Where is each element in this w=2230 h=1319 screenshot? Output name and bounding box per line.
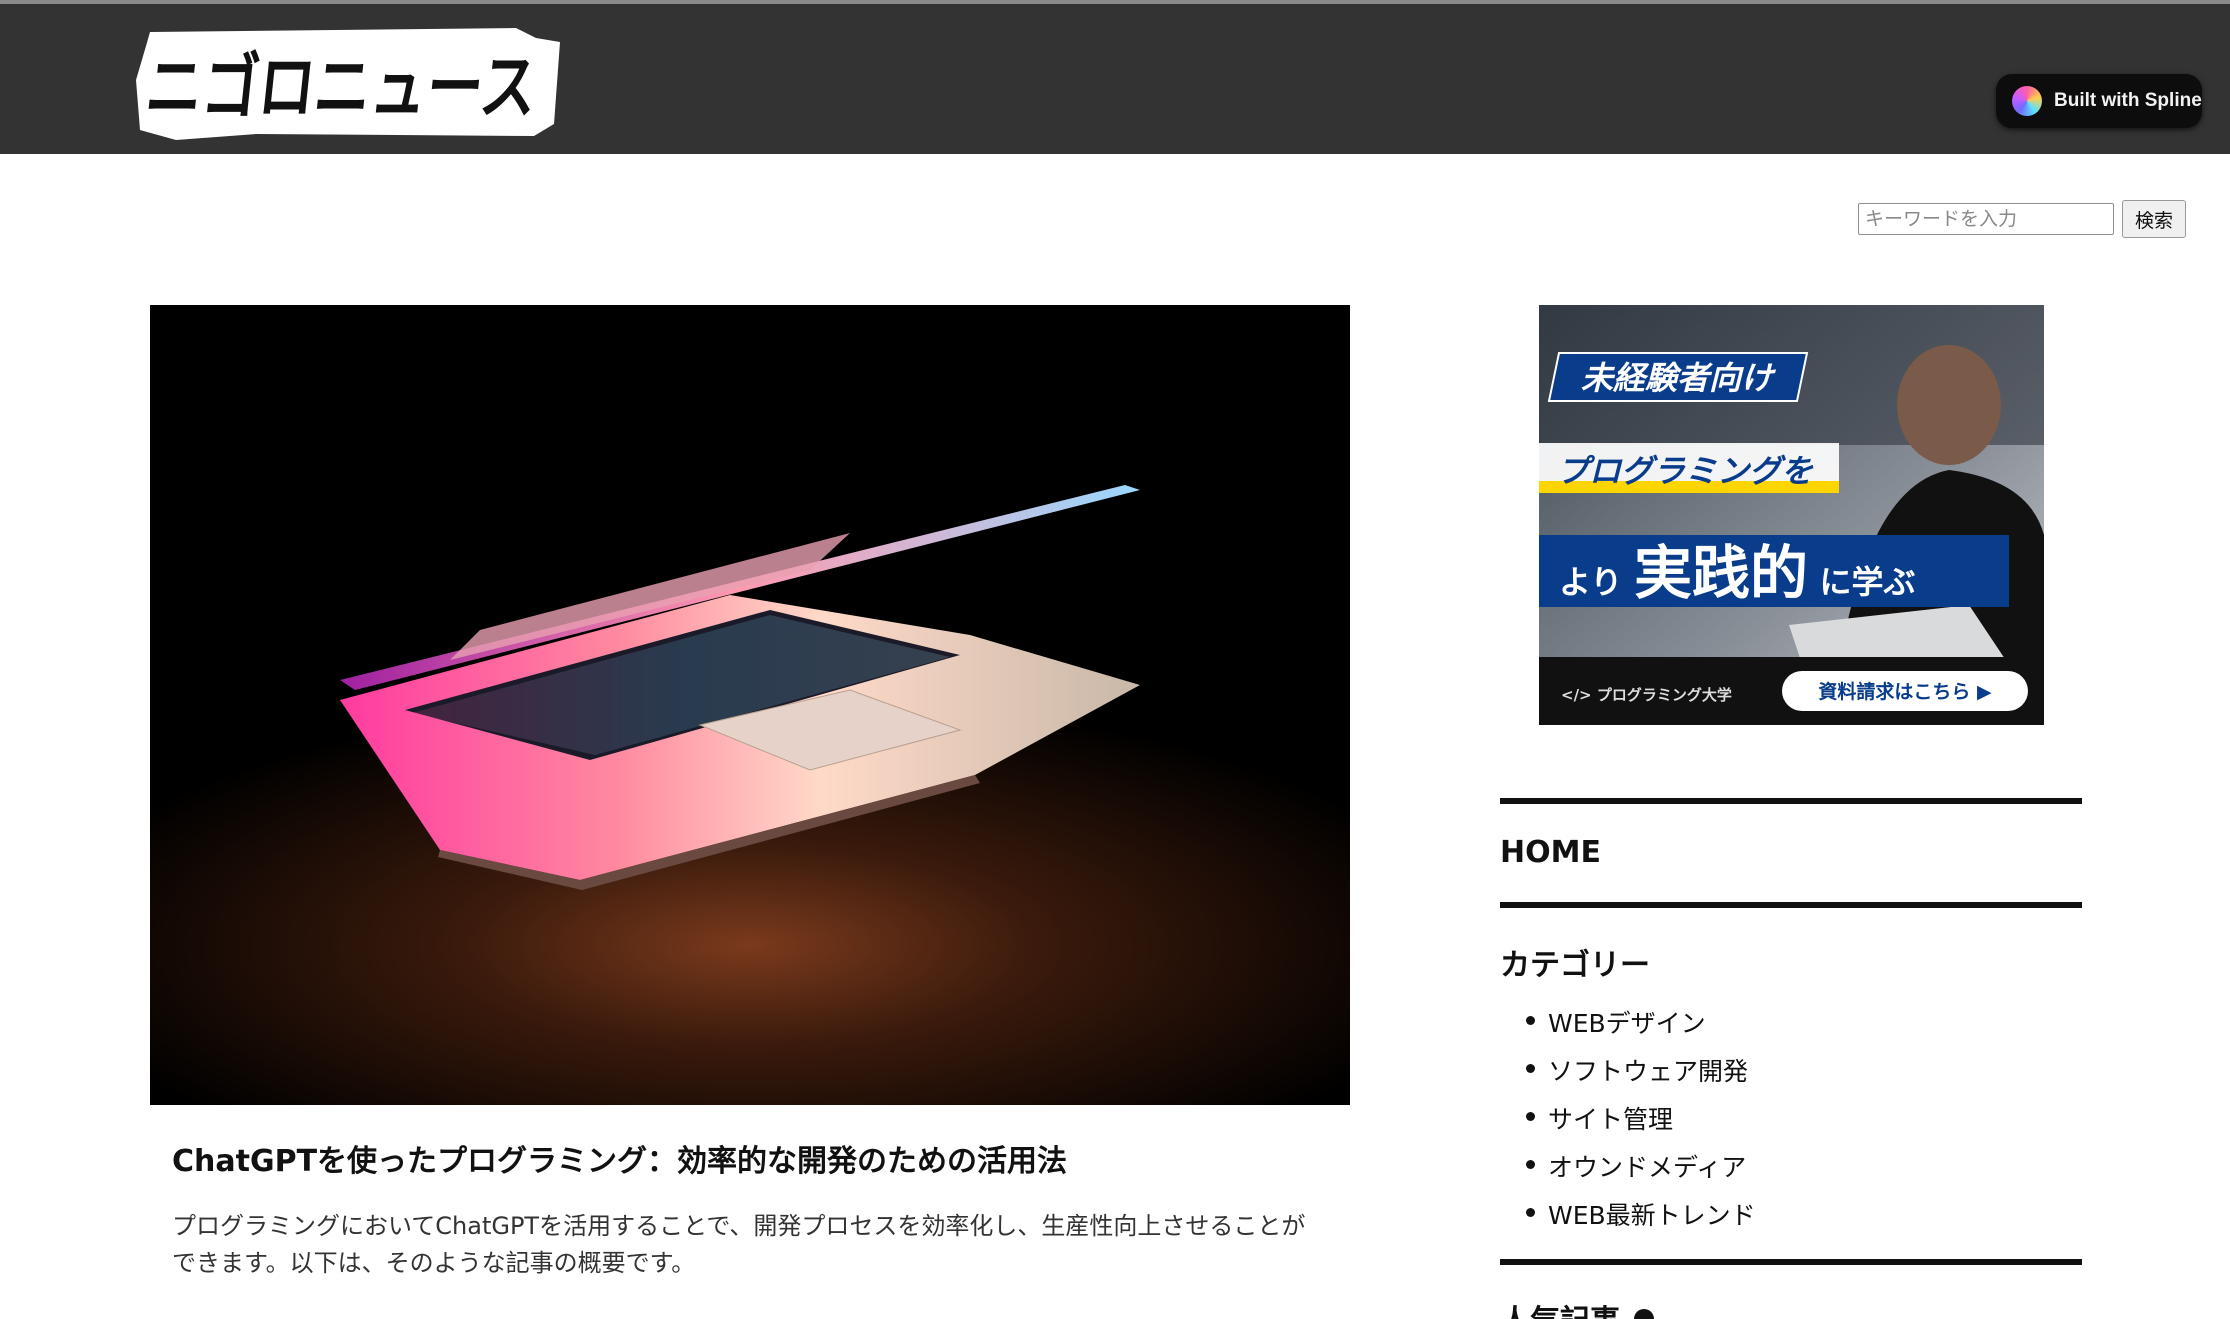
search-button[interactable]: 検索 [2122, 200, 2186, 238]
sidebar-divider [1500, 902, 2082, 908]
ad-brand-text: </> プログラミング大学 [1561, 686, 1732, 704]
ad-tag-text: 未経験者向け [1581, 359, 1776, 397]
ad-cta-text: 資料請求はこちら ▶ [1818, 680, 1992, 703]
logo-text: ニゴロニュース [142, 46, 541, 130]
sidebar-divider [1500, 1259, 2082, 1265]
spline-badge-label: Built with Spline [2054, 90, 2202, 111]
sidebar-divider [1500, 798, 2082, 804]
ad-line2-big: 実践的 [1634, 539, 1808, 607]
article-excerpt: プログラミングにおいてChatGPTを活用することで、開発プロセスを効率化し、生… [172, 1212, 1306, 1277]
ad-banner[interactable]: 未経験者向け プログラミングを より 実践的 に学ぶ </> プログラミング大学… [1539, 305, 2044, 725]
ad-line1-text: プログラミングを [1557, 452, 1814, 490]
search-input[interactable] [1858, 203, 2114, 235]
site-logo[interactable]: ニゴロニュース [136, 26, 560, 140]
category-item-web-trends[interactable]: WEB最新トレンド [1526, 1196, 1756, 1244]
spline-logo-icon [2012, 86, 2042, 116]
sidebar-home-link[interactable]: HOME [1500, 835, 1601, 870]
category-item-software-dev[interactable]: ソフトウェア開発 [1526, 1052, 1756, 1100]
category-item-site-management[interactable]: サイト管理 [1526, 1100, 1756, 1148]
categories-heading: カテゴリー [1500, 948, 1650, 983]
category-list: WEBデザイン ソフトウェア開発 サイト管理 オウンドメディア WEB最新トレン… [1526, 1004, 1756, 1244]
article-hero-image[interactable] [150, 305, 1350, 1105]
popular-heading-text: 人気記事 [1500, 1304, 1620, 1319]
ad-line2-small: より [1559, 563, 1622, 601]
popular-articles-heading: 人気記事 [1500, 1296, 1654, 1319]
article-title[interactable]: ChatGPTを使ったプログラミング：効率的な開発のための活用法 [172, 1136, 1352, 1180]
site-header: ニゴロニュース Built with Spline [0, 4, 2230, 154]
ad-line2-end: に学ぶ [1820, 563, 1916, 601]
built-with-spline-badge[interactable]: Built with Spline [1996, 74, 2202, 128]
pin-icon [1634, 1309, 1654, 1319]
category-item-owned-media[interactable]: オウンドメディア [1526, 1148, 1756, 1196]
category-item-web-design[interactable]: WEBデザイン [1526, 1004, 1756, 1052]
